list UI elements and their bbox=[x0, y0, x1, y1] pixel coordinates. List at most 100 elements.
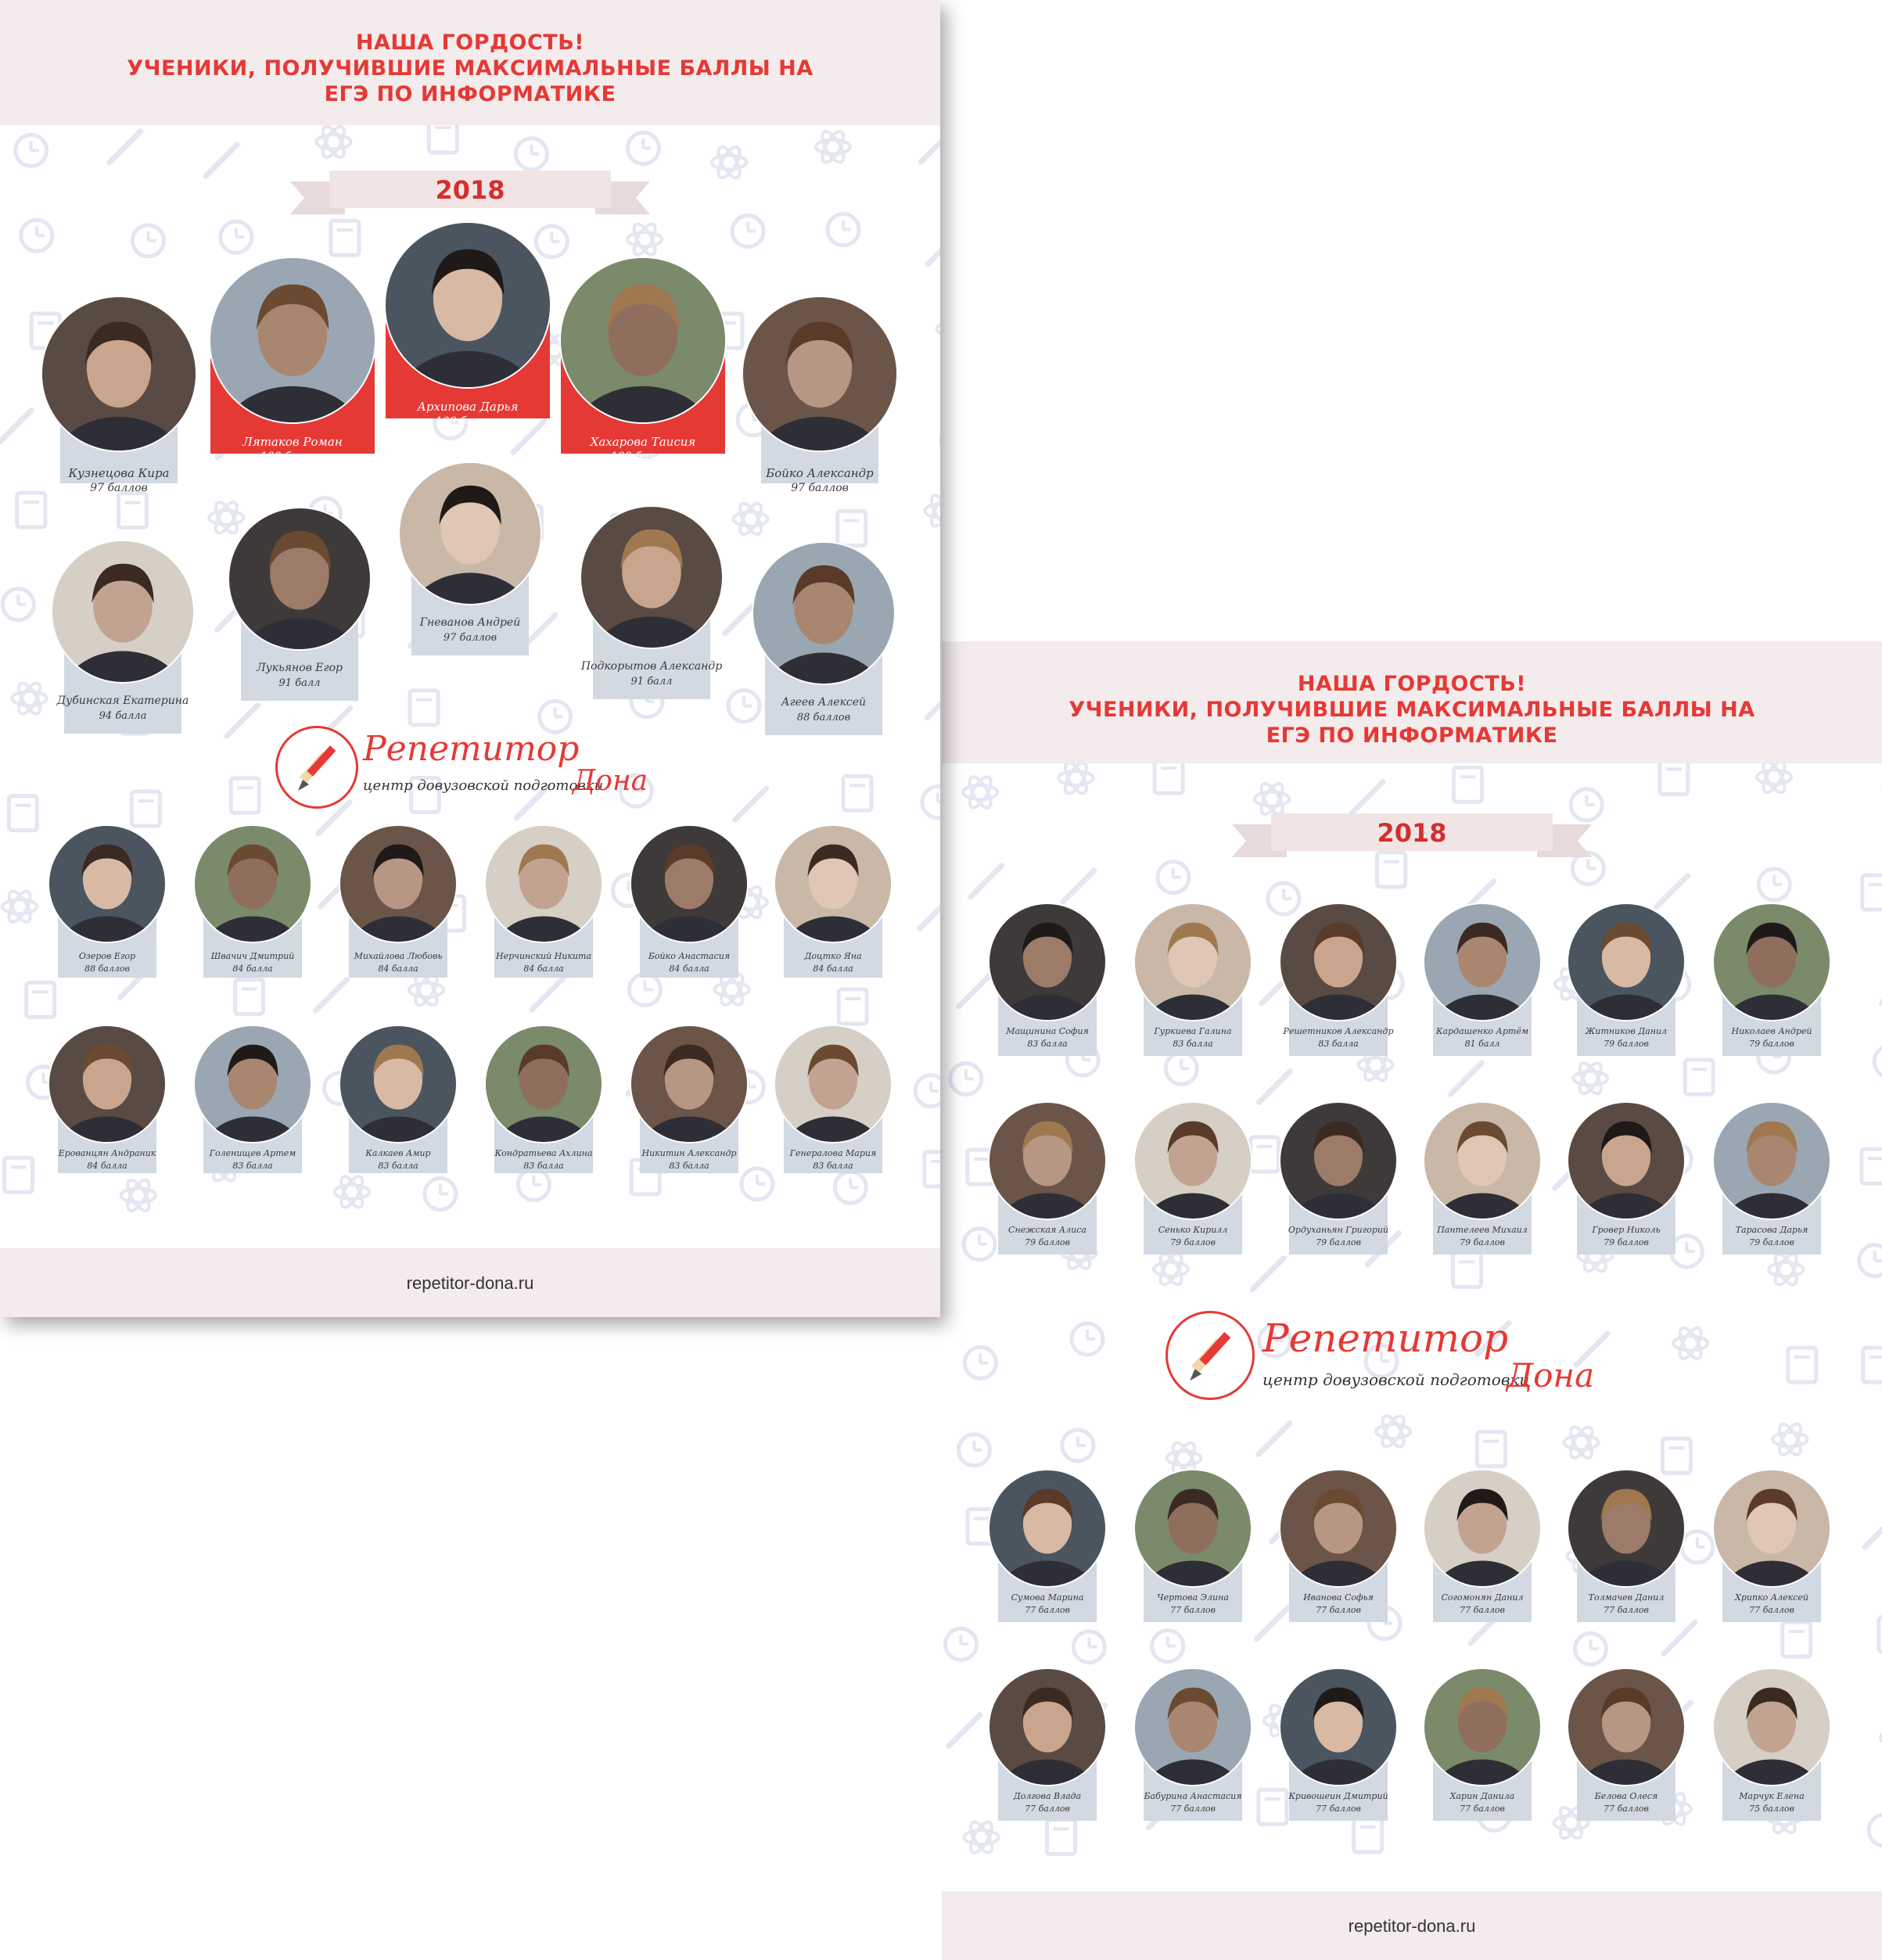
brand-name-top: Репетитор bbox=[1262, 1316, 1509, 1361]
student-card: Подкорытов Александр 91 балл bbox=[577, 507, 726, 699]
student-score: 100 баллов bbox=[260, 451, 325, 463]
student-name: Швачич Дмитрий bbox=[210, 951, 295, 961]
student-score: 94 балла bbox=[99, 710, 147, 722]
student-card: Пантелеев Михаил 79 баллов bbox=[1424, 1103, 1541, 1255]
student-name: Генералова Мария bbox=[789, 1148, 877, 1158]
student-score: 79 баллов bbox=[1604, 1039, 1649, 1049]
student-name: Гровер Николь bbox=[1592, 1225, 1661, 1235]
student-score: 77 баллов bbox=[1170, 1804, 1216, 1814]
student-photo bbox=[1280, 1103, 1396, 1219]
repetitor-dona-logo: Репетитор центр довузовской подготовки Д… bbox=[275, 726, 682, 812]
student-card: Николаев Андрей 79 баллов bbox=[1713, 904, 1830, 1056]
year-ribbon: 2018 bbox=[0, 166, 940, 217]
student-photo bbox=[775, 826, 891, 942]
student-score: 83 балла bbox=[523, 1161, 564, 1171]
student-photo bbox=[1135, 1470, 1251, 1586]
student-score: 77 баллов bbox=[1749, 1605, 1794, 1615]
student-card: Житников Данил 79 баллов bbox=[1568, 904, 1685, 1056]
student-photo bbox=[775, 1026, 891, 1142]
student-score: 84 балла bbox=[232, 964, 273, 974]
student-score: 83 балла bbox=[1173, 1039, 1213, 1049]
student-score: 83 балла bbox=[378, 1161, 418, 1171]
student-score: 88 баллов bbox=[796, 712, 851, 723]
student-card: Долгова Влада 77 баллов bbox=[989, 1669, 1106, 1821]
student-photo bbox=[1568, 904, 1684, 1020]
student-photo bbox=[1568, 1470, 1684, 1586]
student-photo bbox=[1714, 1103, 1830, 1219]
student-name: Долгова Влада bbox=[1013, 1791, 1082, 1801]
poster-1: НАША ГОРДОСТЬ! УЧЕНИКИ, ПОЛУЧИВШИЕ МАКСИ… bbox=[0, 0, 940, 1317]
year-label: 2018 bbox=[435, 175, 505, 205]
student-photo bbox=[1714, 1470, 1830, 1586]
student-name: Иванова Софья bbox=[1303, 1592, 1374, 1603]
student-card: Дубинская Екатерина 94 балла bbox=[48, 541, 197, 734]
student-card: Хахарова Таисия 100 баллов bbox=[561, 258, 725, 463]
student-card: Решетников Александр 83 балла bbox=[1280, 904, 1397, 1056]
student-photo bbox=[989, 1103, 1105, 1219]
brand-name-bottom: Дона bbox=[1507, 1356, 1595, 1395]
student-photo bbox=[195, 826, 311, 942]
student-card: Иванова Софья 77 баллов bbox=[1280, 1470, 1397, 1622]
student-name: Сенько Кирилл bbox=[1158, 1225, 1228, 1235]
student-card: Нерчинский Никита 84 балла bbox=[485, 826, 602, 978]
student-card: Доцтко Яна 84 балла bbox=[774, 826, 892, 978]
student-photo bbox=[1714, 904, 1830, 1020]
student-name: Архипова Дарья bbox=[417, 400, 519, 414]
student-name: Ордуханьян Григорий bbox=[1288, 1225, 1389, 1235]
student-name: Бойко Александр bbox=[766, 466, 874, 480]
student-photo bbox=[340, 1026, 456, 1142]
student-photo bbox=[561, 258, 725, 422]
student-card: Хрипко Алексей 77 баллов bbox=[1713, 1470, 1830, 1622]
student-score: 97 баллов bbox=[443, 632, 497, 644]
student-card: Кривошеин Дмитрий 77 баллов bbox=[1280, 1669, 1397, 1821]
student-score: 77 баллов bbox=[1316, 1605, 1361, 1615]
student-photo bbox=[753, 543, 894, 684]
student-score: 79 баллов bbox=[1749, 1039, 1794, 1049]
student-score: 83 балла bbox=[669, 1161, 709, 1171]
student-card: Ерованцян Андраник 84 балла bbox=[48, 1026, 166, 1173]
student-photo bbox=[229, 508, 370, 649]
brand-tagline: центр довузовской подготовки bbox=[1262, 1370, 1530, 1389]
student-name: Марчук Елена bbox=[1739, 1791, 1805, 1801]
brand-name-top: Репетитор bbox=[363, 729, 580, 769]
student-name: Подкорытов Александр bbox=[580, 660, 723, 673]
student-card: Гуркиева Галина 83 балла bbox=[1134, 904, 1252, 1056]
student-photo bbox=[1424, 1470, 1540, 1586]
student-score: 79 баллов bbox=[1316, 1237, 1361, 1247]
poster-1-title: НАША ГОРДОСТЬ! УЧЕНИКИ, ПОЛУЧИВШИЕ МАКСИ… bbox=[0, 0, 940, 107]
student-photo bbox=[486, 826, 602, 942]
student-name: Снежская Алиса bbox=[1008, 1225, 1086, 1235]
student-name: Решетников Александр bbox=[1283, 1026, 1394, 1036]
poster-1-footer: repetitor-dona.ru bbox=[0, 1248, 940, 1317]
student-card: Согомонян Данил 77 баллов bbox=[1424, 1470, 1541, 1622]
student-photo bbox=[1280, 1470, 1396, 1586]
student-name: Кривошеин Дмитрий bbox=[1288, 1791, 1388, 1801]
student-photo bbox=[1568, 1669, 1684, 1785]
student-score: 100 баллов bbox=[435, 415, 501, 428]
student-name: Ерованцян Андраник bbox=[58, 1148, 156, 1158]
poster-2-footer: repetitor-dona.ru bbox=[942, 1891, 1882, 1960]
title-line-2: УЧЕНИКИ, ПОЛУЧИВШИЕ МАКСИМАЛЬНЫЕ БАЛЛЫ Н… bbox=[1069, 698, 1755, 722]
student-score: 79 баллов bbox=[1170, 1237, 1216, 1247]
student-score: 77 баллов bbox=[1170, 1605, 1216, 1615]
student-card: Генералова Мария 83 балла bbox=[774, 1026, 892, 1173]
student-card: Кардашенко Артём 81 балл bbox=[1424, 904, 1541, 1056]
student-photo bbox=[49, 1026, 165, 1142]
title-line-3: ЕГЭ ПО ИНФОРМАТИКЕ bbox=[1266, 723, 1558, 748]
student-photo bbox=[340, 826, 456, 942]
title-line-3: ЕГЭ ПО ИНФОРМАТИКЕ bbox=[324, 82, 616, 106]
poster-2-header: НАША ГОРДОСТЬ! УЧЕНИКИ, ПОЛУЧИВШИЕ МАКСИ… bbox=[942, 641, 1882, 763]
pencil-emblem-icon bbox=[1165, 1311, 1255, 1400]
student-name: Харин Данила bbox=[1449, 1791, 1515, 1801]
student-card: Михайлова Любовь 84 балла bbox=[339, 826, 457, 978]
student-name: Лятаков Роман bbox=[242, 435, 343, 449]
student-photo bbox=[386, 223, 550, 387]
student-score: 77 баллов bbox=[1460, 1605, 1505, 1615]
poster-2-title: НАША ГОРДОСТЬ! УЧЕНИКИ, ПОЛУЧИВШИЕ МАКСИ… bbox=[942, 641, 1882, 748]
student-photo bbox=[743, 297, 896, 451]
student-score: 83 балла bbox=[813, 1161, 853, 1171]
student-name: Хахарова Таисия bbox=[590, 435, 696, 449]
student-photo bbox=[1568, 1103, 1684, 1219]
student-photo bbox=[210, 258, 375, 422]
student-card: Архипова Дарья 100 баллов bbox=[386, 223, 550, 428]
